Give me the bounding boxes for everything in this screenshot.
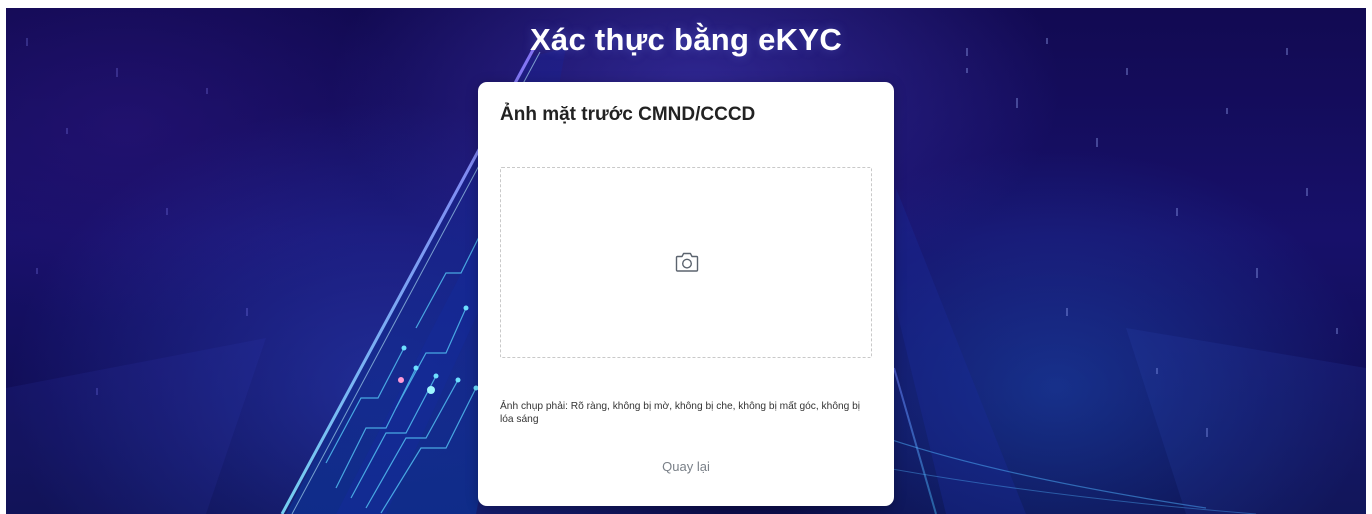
ekyc-page: Xác thực bằng eKYC Ảnh mặt trước CMND/CC… bbox=[0, 0, 1372, 514]
front-id-upload-area[interactable] bbox=[500, 167, 872, 358]
card-title: Ảnh mặt trước CMND/CCCD bbox=[500, 104, 756, 125]
page-title: Xác thực bằng eKYC bbox=[529, 22, 843, 57]
capture-requirements-hint: Ảnh chụp phải: Rõ ràng, không bị mờ, khô… bbox=[500, 401, 861, 425]
camera-icon[interactable] bbox=[675, 251, 699, 273]
back-button[interactable]: Quay lại bbox=[478, 459, 894, 474]
id-capture-card: Ảnh mặt trước CMND/CCCD Ảnh chụp phải: R… bbox=[478, 82, 894, 506]
